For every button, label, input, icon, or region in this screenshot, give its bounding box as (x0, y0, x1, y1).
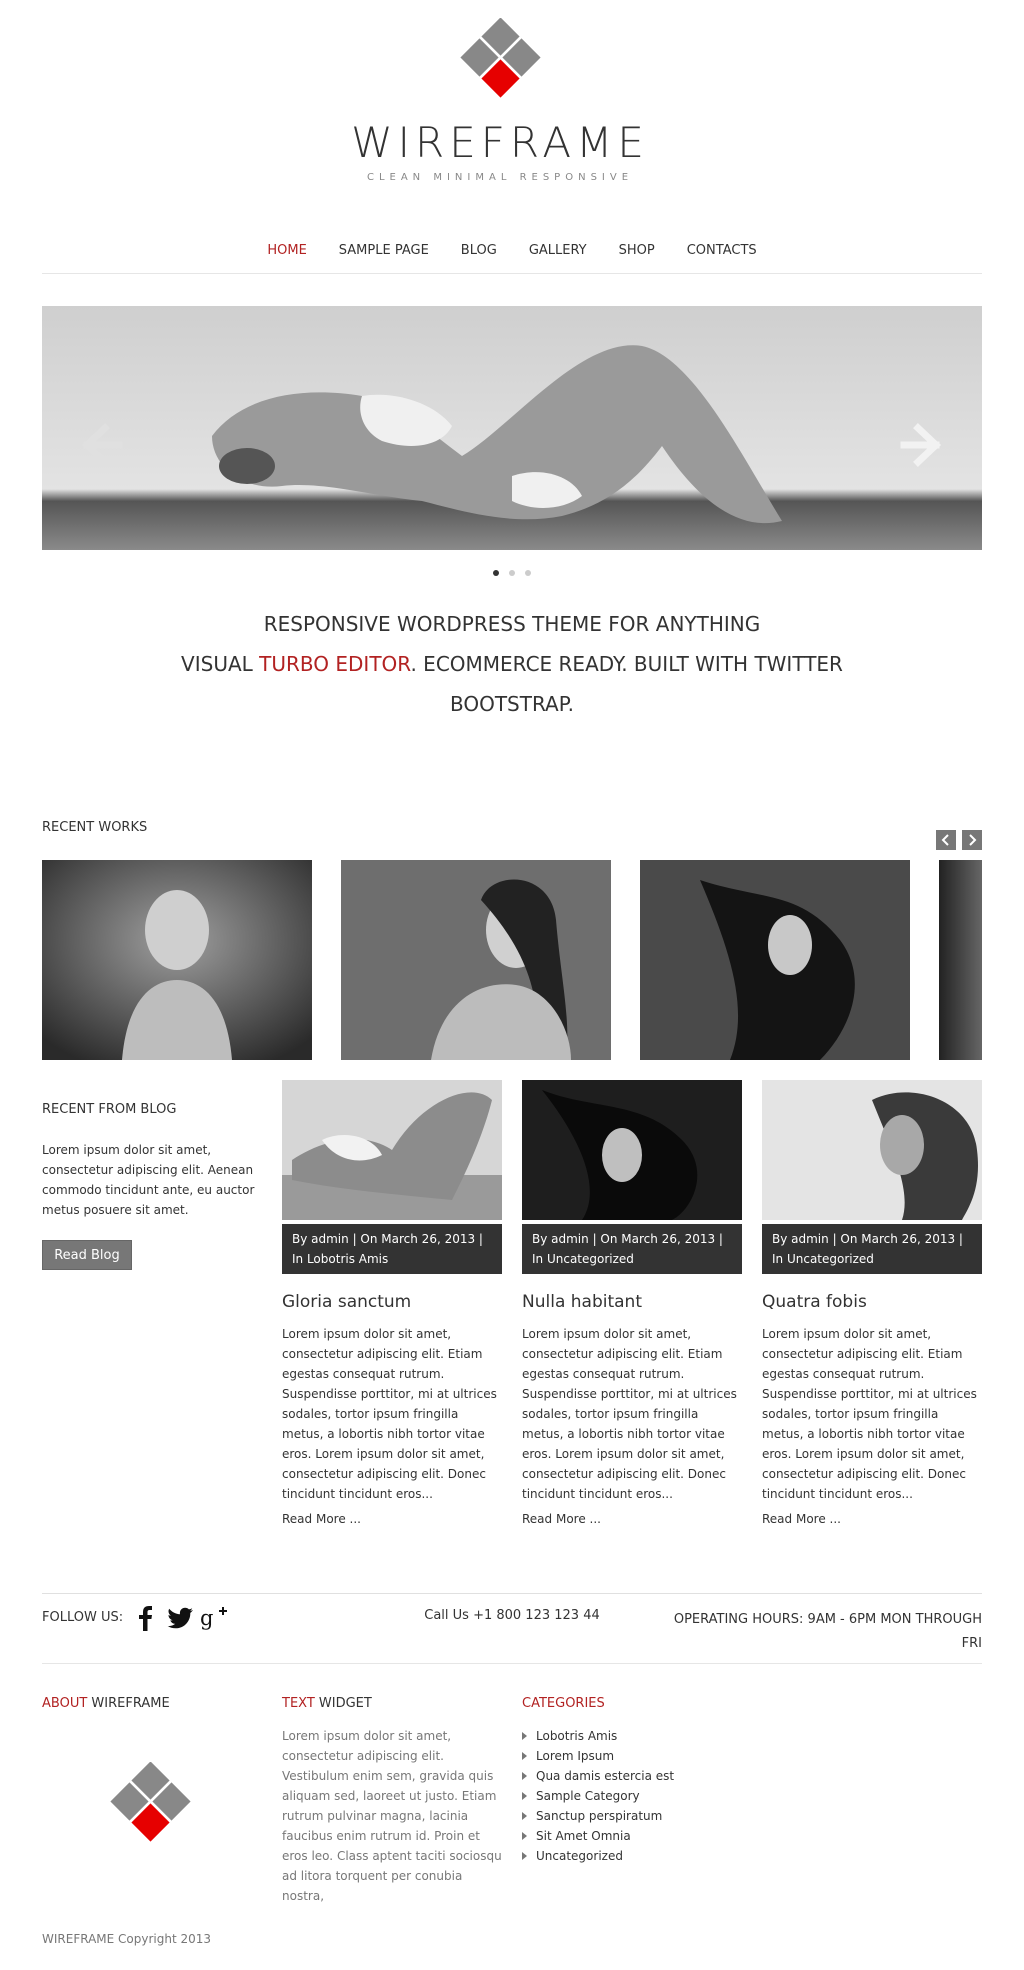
post-excerpt: Lorem ipsum dolor sit amet, consectetur … (282, 1327, 497, 1501)
nav-item-blog[interactable]: BLOG (461, 243, 497, 258)
post-image[interactable] (522, 1080, 742, 1220)
post-title[interactable]: Gloria sanctum (282, 1292, 502, 1312)
categories-widget-title: CATEGORIES (522, 1696, 605, 1711)
slider-dot[interactable] (493, 570, 499, 576)
svg-text:g: g (200, 1606, 213, 1630)
copyright-text: WIREFRAME Copyright 2013 (42, 1932, 212, 1946)
category-item[interactable]: Sample Category (522, 1786, 674, 1806)
slider-dot[interactable] (525, 570, 531, 576)
nav-item-gallery[interactable]: GALLERY (529, 243, 587, 258)
post-excerpt: Lorem ipsum dolor sit amet, consectetur … (762, 1327, 977, 1501)
operating-hours-line-2: FRI (961, 1636, 982, 1651)
slider-image (42, 306, 982, 550)
nav-item-home[interactable]: HOME (267, 243, 306, 258)
triangle-bullet-icon (522, 1812, 527, 1820)
nav-item-sample-page[interactable]: SAMPLE PAGE (339, 243, 429, 258)
triangle-bullet-icon (522, 1732, 527, 1740)
read-more-link[interactable]: Read More ... (762, 1512, 982, 1526)
slider-dot[interactable] (509, 570, 515, 576)
promo-line-2: VISUAL TURBO EDITOR. ECOMMERCE READY. BU… (150, 644, 874, 684)
category-item[interactable]: Qua damis estercia est (522, 1766, 674, 1786)
about-title-accent: ABOUT (42, 1696, 88, 1711)
site-title[interactable]: WIREFRAME (0, 118, 1000, 167)
triangle-bullet-icon (522, 1832, 527, 1840)
work-thumbnail[interactable] (42, 860, 312, 1060)
category-item[interactable]: Uncategorized (522, 1846, 674, 1866)
blog-post: By admin | On March 26, 2013 | In Lobotr… (282, 1080, 502, 1526)
twitter-icon[interactable] (166, 1607, 194, 1631)
triangle-bullet-icon (522, 1772, 527, 1780)
site-tagline: CLEAN MINIMAL RESPONSIVE (366, 172, 634, 183)
triangle-bullet-icon (522, 1792, 527, 1800)
read-blog-button[interactable]: Read Blog (42, 1240, 132, 1270)
about-widget-title: ABOUT WIREFRAME (42, 1696, 170, 1711)
post-image[interactable] (282, 1080, 502, 1220)
text-widget-title-rest: WIDGET (314, 1696, 372, 1711)
recent-blog-title: RECENT FROM BLOG (42, 1102, 177, 1117)
post-meta: By admin | On March 26, 2013 | In Lobotr… (282, 1224, 502, 1274)
recent-works-title: RECENT WORKS (42, 820, 148, 835)
follow-us-label: FOLLOW US: (42, 1610, 124, 1625)
follow-bar-bottom-divider (42, 1663, 982, 1664)
category-label[interactable]: Qua damis estercia est (536, 1766, 674, 1786)
categories-list: Lobotris Amis Lorem Ipsum Qua damis este… (522, 1726, 674, 1866)
promo-line-3: BOOTSTRAP. (449, 692, 575, 716)
diamond-logo-icon[interactable] (458, 18, 548, 108)
promo-line-2-end: . ECOMMERCE READY. BUILT WITH TWITTER (410, 652, 843, 676)
nav-item-contacts[interactable]: CONTACTS (687, 243, 757, 258)
post-title[interactable]: Nulla habitant (522, 1292, 742, 1312)
triangle-bullet-icon (522, 1752, 527, 1760)
triangle-bullet-icon (522, 1852, 527, 1860)
promo-line-1: RESPONSIVE WORDPRESS THEME FOR ANYTHING (263, 612, 761, 636)
work-thumbnail[interactable] (939, 860, 982, 1060)
follow-bar-top-divider (42, 1593, 982, 1594)
category-item[interactable]: Sit Amet Omnia (522, 1826, 674, 1846)
read-more-link[interactable]: Read More ... (522, 1512, 742, 1526)
category-label[interactable]: Sample Category (536, 1786, 640, 1806)
call-us-text: Call Us +1 800 123 123 44 (424, 1608, 600, 1623)
categories-title: CATEGORIES (522, 1696, 605, 1711)
main-nav: HOME SAMPLE PAGE BLOG GALLERY SHOP CONTA… (0, 243, 1024, 258)
blog-post: By admin | On March 26, 2013 | In Uncate… (522, 1080, 742, 1526)
promo-accent: TURBO EDITOR (259, 652, 411, 676)
work-thumbnail[interactable] (640, 860, 910, 1060)
category-item[interactable]: Sanctup perspiratum (522, 1806, 674, 1826)
category-item[interactable]: Lobotris Amis (522, 1726, 674, 1746)
facebook-icon[interactable] (135, 1605, 157, 1631)
about-title-rest: WIREFRAME (87, 1696, 170, 1711)
post-title[interactable]: Quatra fobis (762, 1292, 982, 1312)
operating-hours: OPERATING HOURS: 9AM - 6PM MON THROUGH F… (660, 1608, 982, 1656)
read-more-link[interactable]: Read More ... (282, 1512, 502, 1526)
blog-post: By admin | On March 26, 2013 | In Uncate… (762, 1080, 982, 1526)
category-label[interactable]: Sanctup perspiratum (536, 1806, 662, 1826)
category-label[interactable]: Lorem Ipsum (536, 1746, 614, 1766)
nav-divider (42, 273, 982, 274)
text-widget-title: TEXT WIDGET (282, 1696, 372, 1711)
promo-line-2-start: VISUAL (181, 652, 260, 676)
chevron-right-icon[interactable] (962, 830, 982, 850)
category-item[interactable]: Lorem Ipsum (522, 1746, 674, 1766)
text-widget-title-accent: TEXT (282, 1696, 315, 1711)
post-meta: By admin | On March 26, 2013 | In Uncate… (522, 1224, 742, 1274)
text-widget-body: Lorem ipsum dolor sit amet, consectetur … (282, 1729, 502, 1903)
promo-text: RESPONSIVE WORDPRESS THEME FOR ANYTHING … (150, 604, 874, 724)
post-image[interactable] (762, 1080, 982, 1220)
slider-pagination (0, 570, 1024, 576)
category-label[interactable]: Sit Amet Omnia (536, 1826, 631, 1846)
category-label[interactable]: Lobotris Amis (536, 1726, 617, 1746)
post-meta: By admin | On March 26, 2013 | In Uncate… (762, 1224, 982, 1274)
category-label[interactable]: Uncategorized (536, 1846, 623, 1866)
work-thumbnail[interactable] (341, 860, 611, 1060)
post-excerpt: Lorem ipsum dolor sit amet, consectetur … (522, 1327, 737, 1501)
google-plus-icon[interactable]: g (200, 1605, 230, 1631)
nav-item-shop[interactable]: SHOP (619, 243, 655, 258)
arrow-left-icon[interactable] (75, 420, 125, 470)
arrow-right-icon[interactable] (898, 420, 948, 470)
diamond-logo-icon (110, 1762, 191, 1842)
operating-hours-line-1: OPERATING HOURS: 9AM - 6PM MON THROUGH (673, 1612, 982, 1627)
chevron-left-icon[interactable] (936, 830, 956, 850)
recent-blog-text: Lorem ipsum dolor sit amet, consectetur … (42, 1143, 255, 1217)
